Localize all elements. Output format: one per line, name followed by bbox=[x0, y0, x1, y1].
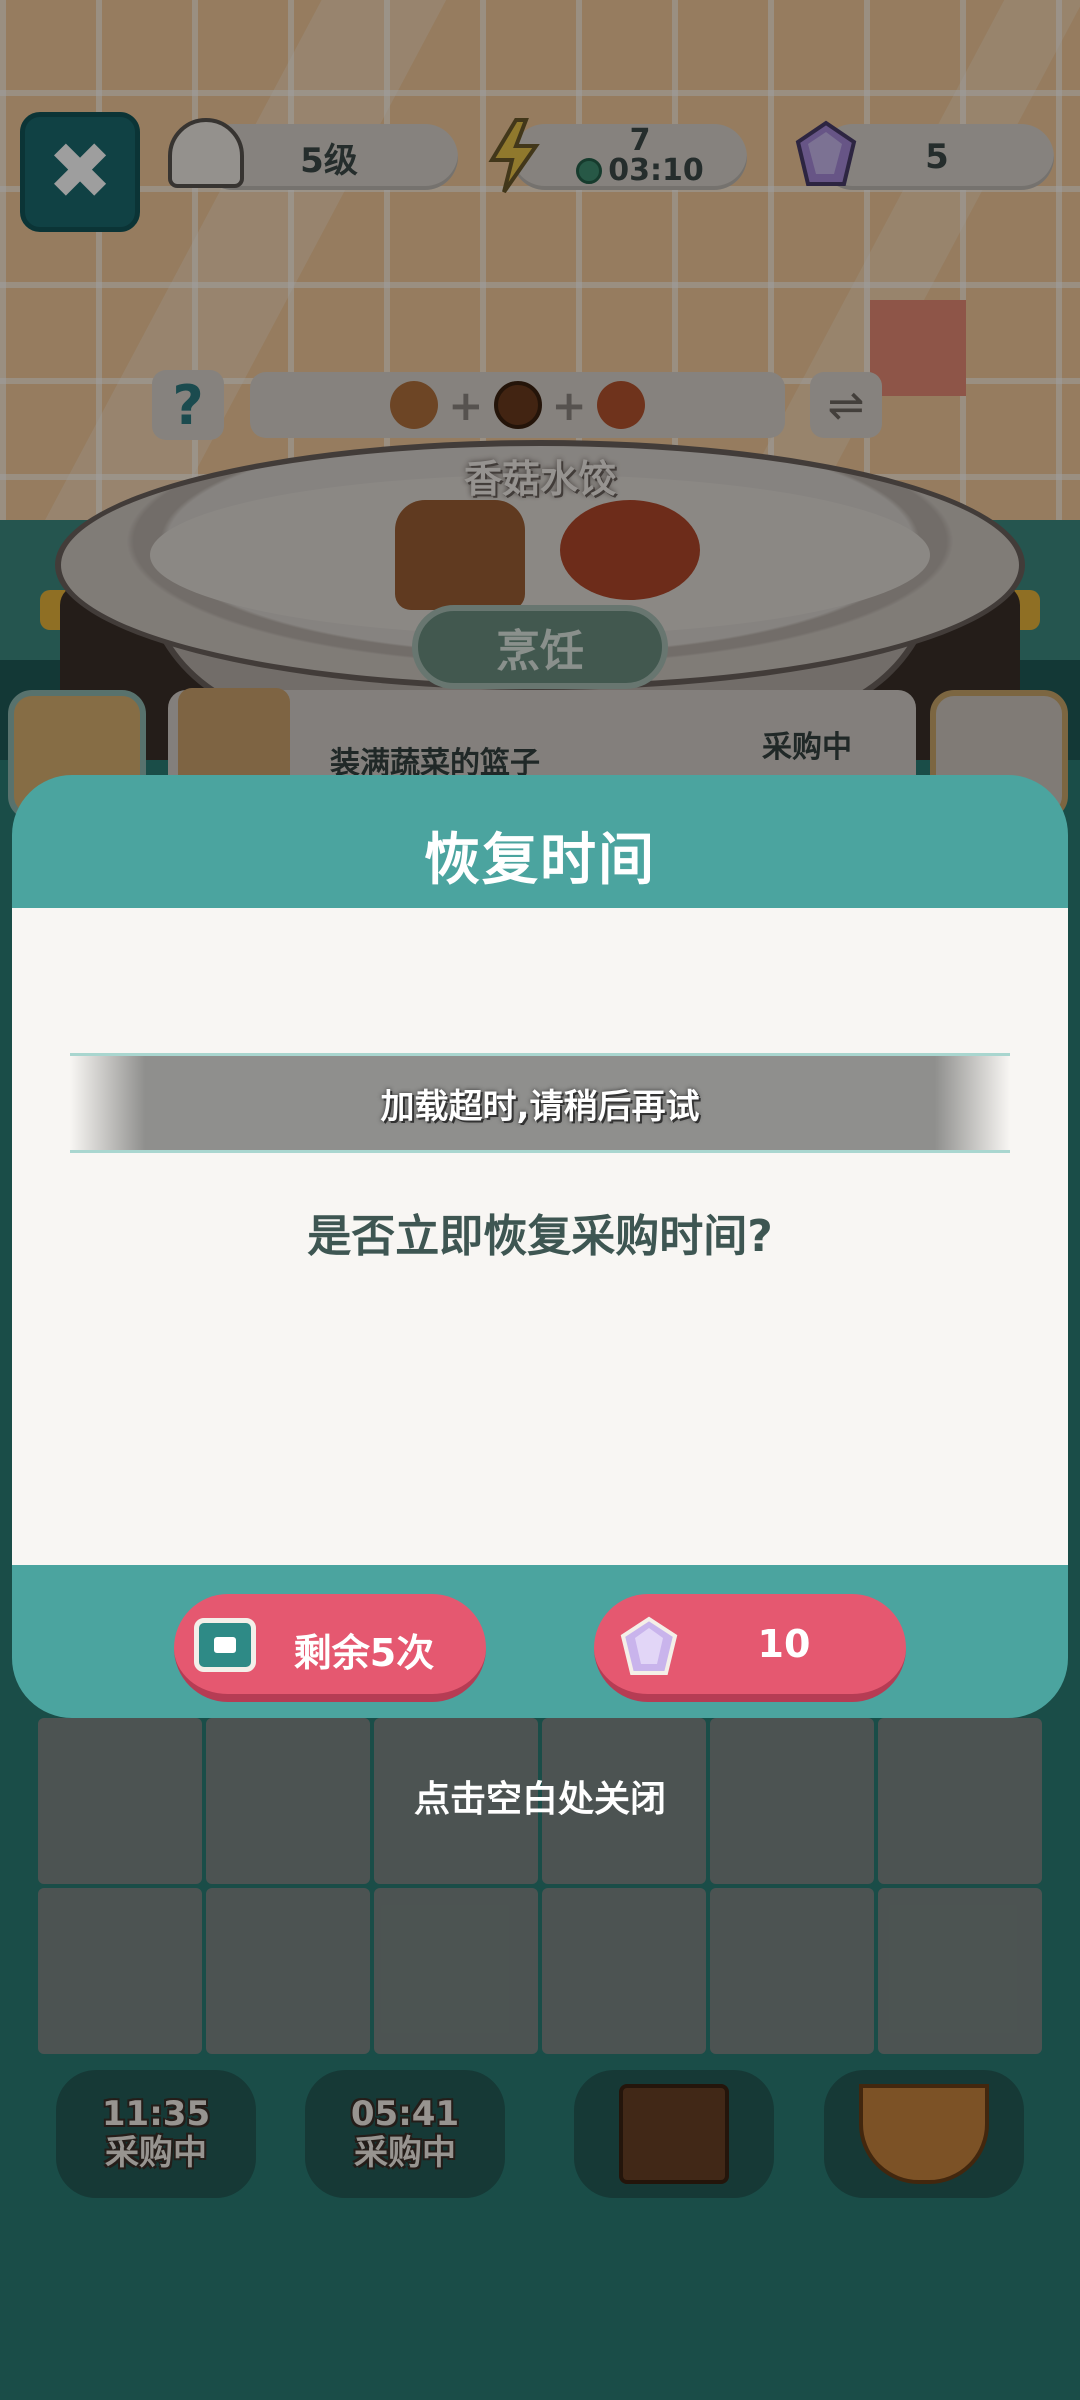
gem-pay-button[interactable]: 10 bbox=[594, 1594, 906, 1702]
gem-icon bbox=[620, 1616, 678, 1675]
watch-ad-button[interactable]: 剩余5次 bbox=[174, 1594, 486, 1702]
toast-text: 加载超时,请稍后再试 bbox=[380, 1086, 700, 1127]
timeout-toast: 加载超时,请稍后再试 bbox=[70, 1053, 1010, 1153]
ad-button-label: 剩余5次 bbox=[293, 1631, 435, 1675]
dialog-title: 恢复时间 bbox=[424, 828, 656, 893]
close-hint: 点击空白处关闭 bbox=[413, 1779, 666, 1820]
dialog-question: 是否立即恢复采购时间? bbox=[307, 1211, 773, 1262]
video-icon bbox=[194, 1618, 256, 1672]
gem-button-label: 10 bbox=[757, 1622, 811, 1666]
